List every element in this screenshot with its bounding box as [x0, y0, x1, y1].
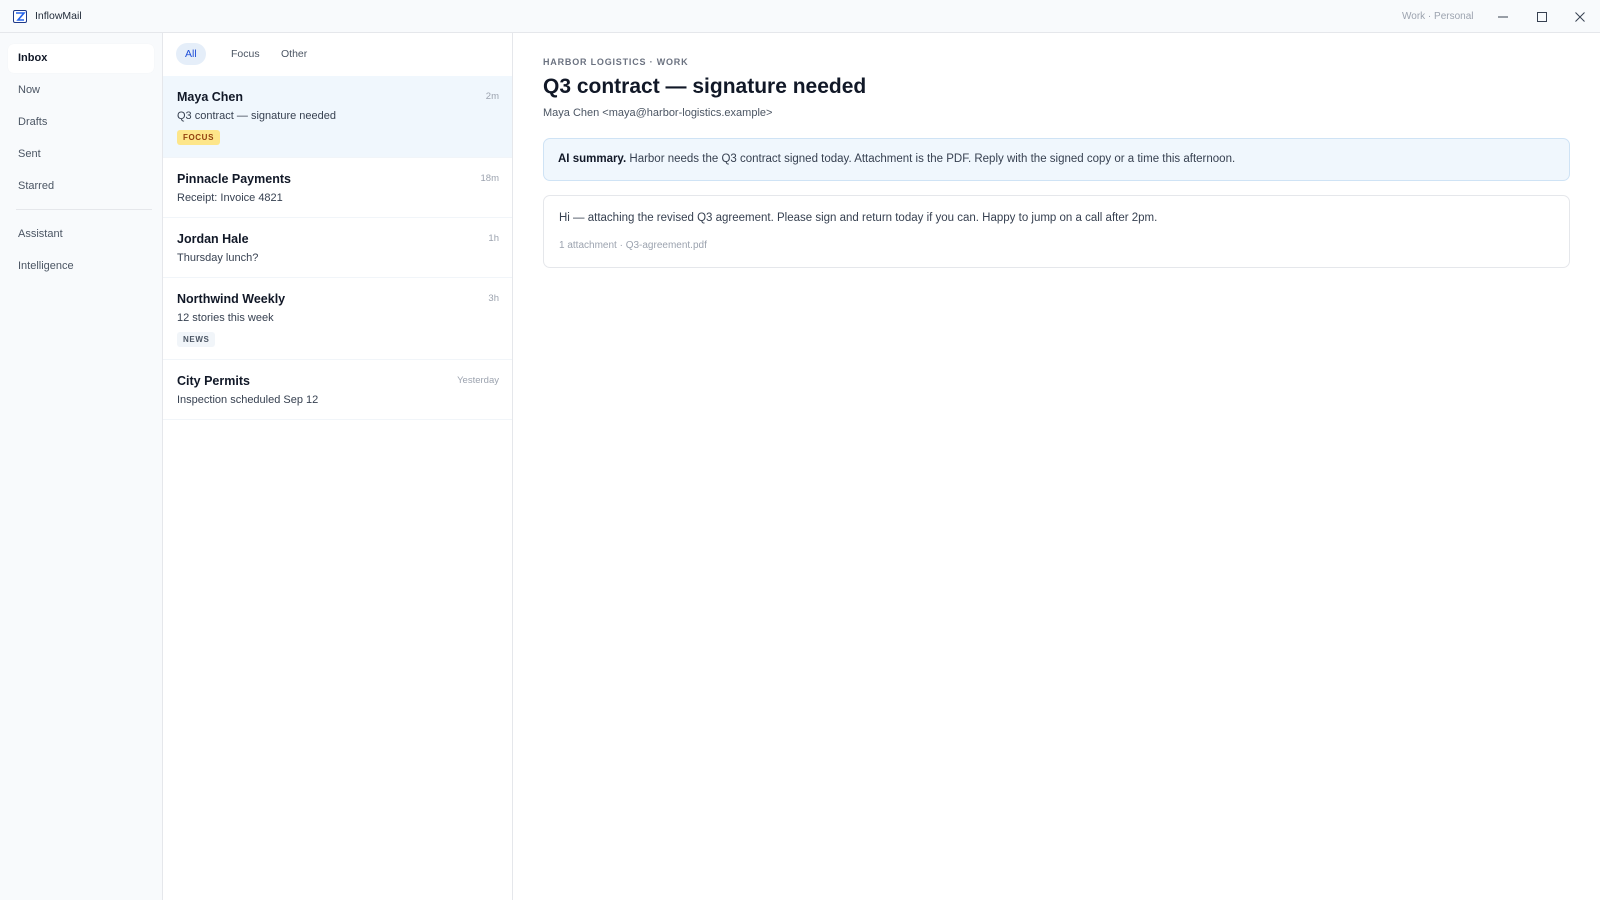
- message-body-card: Hi — attaching the revised Q3 agreement.…: [543, 195, 1570, 268]
- tab-all[interactable]: All: [176, 43, 206, 65]
- message-list-pane: All Focus Other Maya Chen 2m Q3 contract…: [163, 33, 513, 900]
- message-subject: Q3 contract — signature needed: [177, 110, 336, 122]
- minimize-icon: [1498, 16, 1508, 17]
- message-body: Hi — attaching the revised Q3 agreement.…: [559, 212, 1158, 224]
- message-subject-title: Q3 contract — signature needed: [543, 75, 867, 98]
- tab-other[interactable]: Other: [272, 43, 316, 65]
- news-tag: NEWS: [177, 332, 216, 347]
- message-context: HARBOR LOGISTICS · WORK: [543, 57, 689, 67]
- message-row-jordan-hale[interactable]: Jordan Hale 1h Thursday lunch?: [163, 218, 512, 278]
- message-row-pinnacle-payments[interactable]: Pinnacle Payments 18m Receipt: Invoice 4…: [163, 158, 512, 218]
- message-time: 2m: [485, 91, 499, 102]
- sidebar-item-now[interactable]: Now: [8, 76, 154, 105]
- message-time: 1h: [488, 233, 499, 244]
- title-bar: InflowMail Work · Personal: [0, 0, 1600, 33]
- minimize-button[interactable]: [1484, 0, 1522, 33]
- sidebar-item-intelligence[interactable]: Intelligence: [8, 252, 154, 281]
- ai-summary-text: Harbor needs the Q3 contract signed toda…: [626, 153, 1236, 165]
- attachment-info: 1 attachment · Q3-agreement.pdf: [559, 240, 707, 251]
- message-from[interactable]: Maya Chen <maya@harbor-logistics.example…: [543, 107, 772, 119]
- message-subject: 12 stories this week: [177, 312, 274, 324]
- reading-pane: HARBOR LOGISTICS · WORK Q3 contract — si…: [513, 33, 1600, 900]
- message-time: Yesterday: [457, 375, 499, 386]
- focus-tag: FOCUS: [177, 130, 220, 145]
- close-button[interactable]: [1561, 0, 1599, 33]
- message-sender: Jordan Hale: [177, 232, 249, 246]
- sidebar-item-inbox[interactable]: Inbox: [8, 44, 154, 73]
- maximize-icon: [1537, 11, 1547, 22]
- sidebar-divider: [16, 209, 152, 210]
- message-sender: Pinnacle Payments: [177, 172, 291, 186]
- message-time: 3h: [488, 293, 499, 304]
- sidebar: Inbox Now Drafts Sent Starred Assistant …: [0, 33, 163, 900]
- message-sender: City Permits: [177, 374, 250, 388]
- ai-summary-label: AI summary.: [558, 153, 627, 165]
- message-time: 18m: [480, 173, 499, 184]
- app-title: InflowMail: [35, 10, 82, 22]
- sidebar-item-assistant[interactable]: Assistant: [8, 220, 154, 249]
- app-logo-icon: [13, 10, 27, 23]
- maximize-button[interactable]: [1523, 0, 1561, 33]
- close-icon: [1575, 11, 1585, 22]
- attachment-link[interactable]: Q3-agreement.pdf: [626, 240, 707, 251]
- message-row-northwind-weekly[interactable]: Northwind Weekly 3h 12 stories this week…: [163, 278, 512, 360]
- message-subject: Receipt: Invoice 4821: [177, 192, 283, 204]
- message-row-maya-chen[interactable]: Maya Chen 2m Q3 contract — signature nee…: [163, 76, 512, 158]
- message-sender: Northwind Weekly: [177, 292, 286, 306]
- message-row-city-permits[interactable]: City Permits Yesterday Inspection schedu…: [163, 360, 512, 420]
- sidebar-item-starred[interactable]: Starred: [8, 172, 154, 201]
- message-sender: Maya Chen: [177, 90, 243, 104]
- message-subject: Inspection scheduled Sep 12: [177, 394, 319, 406]
- message-subject: Thursday lunch?: [177, 252, 259, 264]
- sidebar-item-sent[interactable]: Sent: [8, 140, 154, 169]
- sidebar-item-drafts[interactable]: Drafts: [8, 108, 154, 137]
- ai-summary: AI summary. Harbor needs the Q3 contract…: [543, 138, 1570, 181]
- account-switcher[interactable]: Work · Personal: [1402, 11, 1474, 22]
- tab-focus[interactable]: Focus: [222, 43, 269, 65]
- attachment-count: 1 attachment ·: [559, 240, 626, 251]
